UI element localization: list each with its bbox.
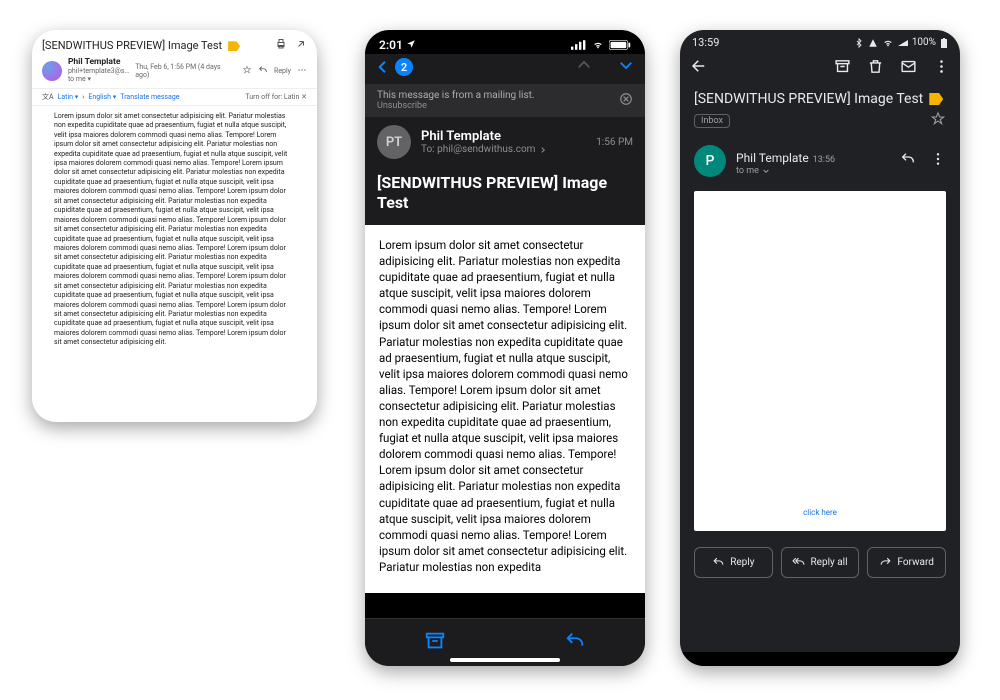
clock: 2:01 [379,38,403,52]
wifi-icon [882,38,894,48]
nav-bar: 2 [365,54,645,84]
status-bar: 2:01 [365,30,645,54]
battery-icon [940,38,948,48]
subject-row: [SENDWITHUS PREVIEW] Image Test [680,85,960,109]
reply-button[interactable]: Reply [694,547,773,578]
more-icon[interactable] [930,151,946,171]
email-body: Lorem ipsum dolor sit amet consectetur a… [32,106,317,406]
home-indicator[interactable] [450,658,560,662]
next-message-icon[interactable] [617,56,635,78]
archive-icon[interactable] [424,630,446,656]
clock: 13:59 [692,36,719,49]
important-tag-icon [228,41,240,51]
star-icon[interactable] [930,111,946,131]
avatar[interactable]: P [694,145,726,177]
archive-icon[interactable] [834,58,851,79]
battery-pct: 100% [912,37,936,48]
unsubscribe-link[interactable]: Unsubscribe [377,101,535,111]
avatar[interactable]: PT [377,125,411,159]
to-line[interactable]: To: phil@sendwithus.com [421,144,586,155]
bluetooth-icon [854,38,864,48]
sender-row: PT Phil Template To: phil@sendwithus.com… [365,117,645,167]
to-line[interactable]: to me ▾ [68,76,129,84]
android-nav-bar [680,652,960,666]
close-translate-icon[interactable]: ✕ [301,93,307,101]
subject: [SENDWITHUS PREVIEW] Image Test [694,91,923,107]
wifi-icon [591,40,605,50]
unread-badge: 2 [395,58,413,76]
action-row: Reply Reply all Forward [680,537,960,588]
status-bar: 13:59 100% [680,30,960,51]
reply-label[interactable]: Reply [274,67,291,75]
signal-icon [898,38,908,48]
translate-off[interactable]: Turn off for: Latin [245,93,299,101]
sent-date: Thu, Feb 6, 1:56 PM (4 days ago) [135,63,236,79]
reply-icon[interactable] [258,65,268,77]
mail-icon[interactable] [900,58,917,79]
back-icon[interactable] [690,57,708,79]
click-here-link[interactable]: click here [803,508,837,517]
translate-icon: 文A [42,92,54,102]
delete-icon[interactable] [867,58,884,79]
to-line[interactable]: to me [736,166,890,176]
email-body: Lorem ipsum dolor sit amet consectetur a… [365,225,645,593]
avatar[interactable] [42,61,62,81]
subject: [SENDWITHUS PREVIEW] Image Test [42,39,222,52]
star-icon[interactable] [242,65,252,77]
sender-name[interactable]: Phil Template [421,129,586,144]
prev-message-icon[interactable] [575,56,593,78]
print-icon[interactable] [275,38,287,52]
sender-row: P Phil Template 13:56 to me [680,137,960,185]
reply-all-button[interactable]: Reply all [781,547,860,578]
email-body: click here [694,191,946,531]
more-icon[interactable] [297,65,307,77]
signal-icon [571,40,587,50]
gmail-web-preview: [SENDWITHUS PREVIEW] Image Test Phil Tem… [32,30,317,422]
message-time: 13:56 [813,155,835,165]
important-tag-icon [929,93,943,105]
translate-bar: 文A Latin ▾ › English ▾ Translate message… [32,88,317,106]
app-bar [680,51,960,85]
back-button[interactable]: 2 [375,57,413,77]
open-new-icon[interactable] [295,38,307,52]
forward-button[interactable]: Forward [867,547,946,578]
reply-icon[interactable] [564,630,586,656]
sender-email: phil+template3@s… [68,67,129,75]
inbox-chip[interactable]: Inbox [694,114,730,128]
header: [SENDWITHUS PREVIEW] Image Test [32,30,317,56]
reply-icon[interactable] [900,151,916,171]
sender-name: Phil Template [68,57,121,67]
lang-to[interactable]: English ▾ [88,93,116,101]
more-icon[interactable] [933,58,950,79]
location-icon [406,39,416,49]
message-time: 1:56 PM [596,137,633,148]
sender-row: Phil Template phil+template3@s… to me ▾ … [32,56,317,88]
android-gmail-preview: 13:59 100% [SENDWITHUS PREVIEW] Image Te… [680,30,960,666]
banner-title: This message is from a mailing list. [377,90,535,101]
sender-name[interactable]: Phil Template [736,151,809,165]
mailing-list-banner: This message is from a mailing list. Uns… [365,84,645,117]
translate-action[interactable]: Translate message [120,93,179,101]
lang-from[interactable]: Latin ▾ [58,93,79,101]
ios-mail-preview: 2:01 2 This message is from a mailing li… [365,30,645,666]
close-banner-icon[interactable] [619,92,633,109]
battery-icon [609,40,631,50]
label-row: Inbox [680,109,960,137]
subject: [SENDWITHUS PREVIEW] Image Test [365,167,645,225]
vibrate-icon [868,38,878,48]
